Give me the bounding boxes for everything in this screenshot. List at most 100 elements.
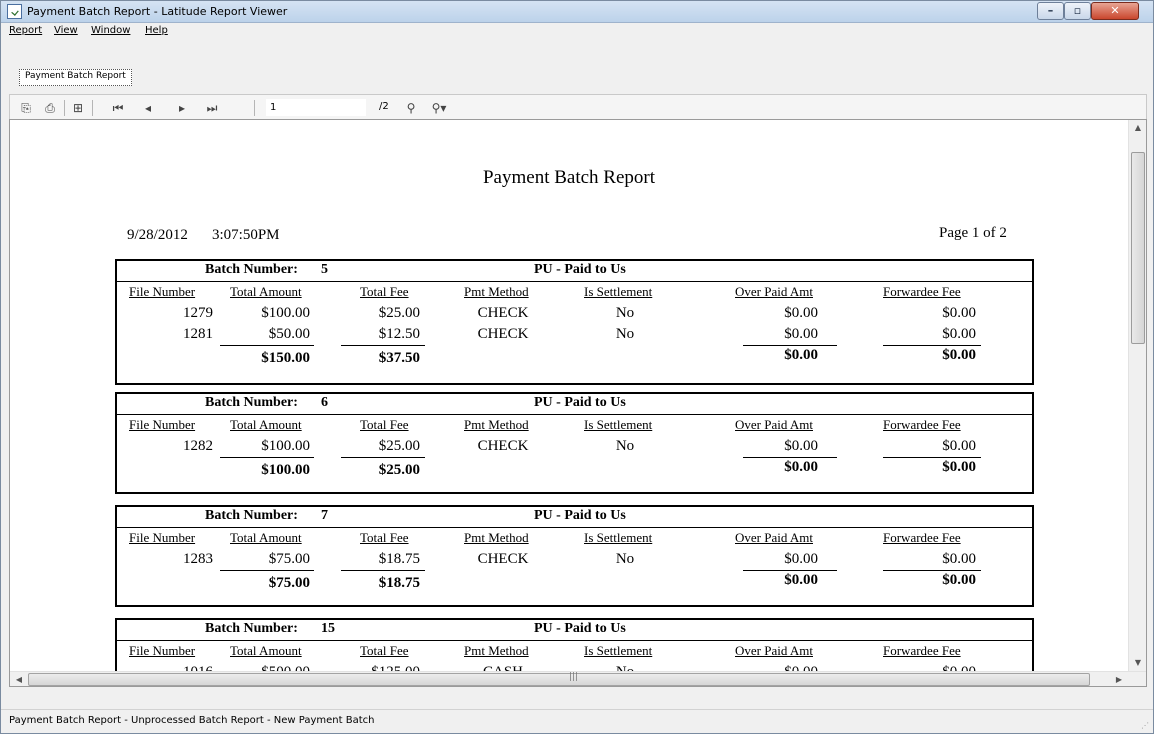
print-icon[interactable]: ⎙ — [42, 100, 58, 116]
maximize-button[interactable]: ▫ — [1064, 2, 1091, 20]
minimize-button[interactable]: – — [1037, 2, 1064, 20]
status-text: Payment Batch Report - Unprocessed Batch… — [9, 715, 375, 726]
pmt-method: CHECK — [477, 305, 529, 321]
report-viewer-window: Payment Batch Report - Latitude Report V… — [0, 0, 1154, 734]
menu-window[interactable]: Window — [91, 25, 130, 36]
toolbar-separator — [254, 100, 255, 116]
batch-number: 5 — [321, 262, 328, 277]
is-settlement: No — [615, 551, 635, 567]
maximize-icon: ▫ — [1073, 4, 1082, 17]
subtotal-rule — [743, 457, 837, 458]
batch-section: Batch Number: 5 PU - Paid to Us File Num… — [115, 259, 1034, 385]
column-header: Forwardee Fee — [883, 530, 961, 545]
batch-type: PU - Paid to Us — [534, 621, 626, 636]
column-header: Forwardee Fee — [883, 417, 961, 432]
column-header: Pmt Method — [464, 284, 529, 299]
menu-view[interactable]: View — [54, 25, 78, 36]
scroll-left-icon[interactable]: ◀ — [10, 672, 28, 686]
last-page-icon[interactable]: ⏭ — [204, 100, 220, 116]
is-settlement: No — [615, 305, 635, 321]
find-icon[interactable]: ⚲ — [403, 100, 419, 116]
batch-number-label: Batch Number: — [205, 395, 298, 410]
export-icon[interactable]: ⎘ — [18, 100, 34, 116]
forwardee-fee-sum: $0.00 — [942, 459, 976, 475]
toolbar-separator — [64, 100, 65, 116]
batch-section: Batch Number: 6 PU - Paid to Us File Num… — [115, 392, 1034, 494]
resize-grip-icon[interactable]: ⋰ — [1141, 721, 1149, 730]
close-button[interactable]: ✕ — [1091, 2, 1139, 20]
previous-page-icon[interactable]: ◂ — [140, 100, 156, 116]
column-header: Is Settlement — [584, 417, 653, 432]
batch-number-label: Batch Number: — [205, 508, 298, 523]
batch-number-label: Batch Number: — [205, 262, 298, 277]
column-header: File Number — [129, 417, 196, 432]
batch-section: Batch Number: 7 PU - Paid to Us File Num… — [115, 505, 1034, 607]
subtotal-rule — [220, 457, 314, 458]
toolbar-separator — [92, 100, 93, 116]
is-settlement: No — [615, 326, 635, 342]
batch-number: 7 — [321, 508, 328, 523]
menu-help[interactable]: Help — [145, 25, 168, 36]
total-fee: $12.50 — [378, 326, 420, 342]
scroll-down-icon[interactable]: ▼ — [1129, 655, 1146, 671]
subtotal-rule — [743, 345, 837, 346]
page-number-input[interactable]: 1 — [266, 99, 366, 116]
window-title: Payment Batch Report - Latitude Report V… — [27, 5, 288, 18]
total-amount: $50.00 — [268, 326, 310, 342]
batch-type: PU - Paid to Us — [534, 395, 626, 410]
batch-header: Batch Number: 6 PU - Paid to Us — [117, 394, 1032, 415]
tab-payment-batch-report[interactable]: Payment Batch Report — [19, 69, 132, 86]
group-tree-icon[interactable]: ⊞ — [70, 100, 86, 116]
menu-report[interactable]: Report — [9, 25, 42, 36]
report-canvas[interactable]: Payment Batch Report 9/28/2012 3:07:50PM… — [9, 119, 1147, 687]
horizontal-scrollbar[interactable]: ◀ ||| ▶ — [10, 671, 1146, 686]
batch-number: 15 — [321, 621, 335, 636]
total-amount-sum: $100.00 — [261, 462, 310, 478]
vertical-scrollbar[interactable]: ▲ ▼ — [1128, 120, 1146, 671]
next-page-icon[interactable]: ▸ — [174, 100, 190, 116]
column-header: Total Amount — [230, 643, 302, 658]
column-header: Total Amount — [230, 530, 302, 545]
file-number: 1282 — [183, 438, 213, 454]
column-header: Total Amount — [230, 284, 302, 299]
first-page-icon[interactable]: ⏮ — [110, 100, 126, 116]
pmt-method: CHECK — [477, 326, 529, 342]
minimize-icon: – — [1047, 4, 1054, 17]
forwardee-fee: $0.00 — [942, 305, 976, 321]
report-page: Payment Batch Report 9/28/2012 3:07:50PM… — [24, 130, 1119, 686]
is-settlement: No — [615, 438, 635, 454]
pmt-method: CHECK — [477, 551, 529, 567]
batch-number: 6 — [321, 395, 328, 410]
column-header: Is Settlement — [584, 530, 653, 545]
batch-type: PU - Paid to Us — [534, 508, 626, 523]
horizontal-scroll-thumb[interactable]: ||| — [28, 672, 1090, 686]
report-date: 9/28/2012 — [127, 227, 188, 243]
column-header: Forwardee Fee — [883, 643, 961, 658]
vertical-scroll-thumb[interactable] — [1131, 152, 1145, 344]
status-bar: Payment Batch Report - Unprocessed Batch… — [1, 709, 1153, 733]
total-fee-sum: $37.50 — [378, 350, 420, 366]
total-amount: $100.00 — [261, 438, 310, 454]
subtotal-rule — [883, 345, 981, 346]
scroll-right-icon[interactable]: ▶ — [1110, 672, 1128, 686]
subtotal-rule — [883, 570, 981, 571]
page-total: /2 — [379, 101, 389, 112]
column-header: Total Fee — [360, 417, 409, 432]
column-header: Total Fee — [360, 530, 409, 545]
find-options-icon[interactable]: ⚲▾ — [431, 100, 447, 116]
scroll-up-icon[interactable]: ▲ — [1129, 120, 1146, 136]
file-number: 1283 — [183, 551, 213, 567]
column-header: Forwardee Fee — [883, 284, 961, 299]
over-paid-amt: $0.00 — [784, 305, 818, 321]
total-fee: $18.75 — [378, 551, 420, 567]
file-number: 1281 — [183, 326, 213, 342]
column-header: Over Paid Amt — [735, 417, 813, 432]
column-header: Total Fee — [360, 284, 409, 299]
subtotal-rule — [220, 570, 314, 571]
column-header: Pmt Method — [464, 417, 529, 432]
title-bar: Payment Batch Report - Latitude Report V… — [1, 1, 1153, 23]
over-paid-amt: $0.00 — [784, 438, 818, 454]
column-header: Over Paid Amt — [735, 530, 813, 545]
report-page-number: Page 1 of 2 — [939, 225, 1007, 241]
report-time: 3:07:50PM — [212, 227, 280, 243]
